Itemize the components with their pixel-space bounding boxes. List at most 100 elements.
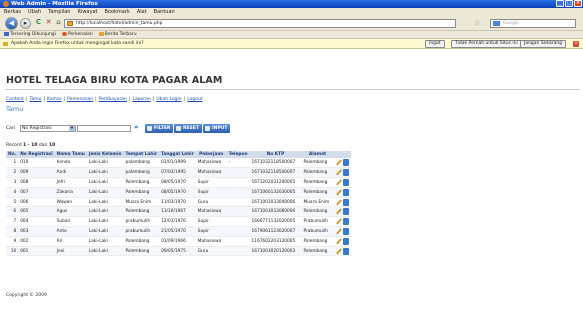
table-cell: Muara Enim xyxy=(301,197,334,208)
column-header: No. xyxy=(6,151,19,158)
delete-icon[interactable] xyxy=(342,208,349,216)
table-cell: Palembang xyxy=(123,236,160,247)
table-cell xyxy=(226,167,250,179)
delete-icon[interactable] xyxy=(342,198,349,206)
nav-link-pemesanan[interactable]: Pemesanan xyxy=(67,97,93,102)
table-cell: 1671060132030005 xyxy=(249,187,302,198)
table-row: 4 007 Zakaria Laki-Laki Palembang 08/05/1970 S… xyxy=(6,187,351,198)
back-button[interactable]: ◀ xyxy=(5,17,18,30)
table-cell: Palembang xyxy=(301,187,334,198)
edit-pencil-icon[interactable] xyxy=(335,198,342,206)
home-icon[interactable]: ⌂ xyxy=(53,18,64,29)
nav-link-tamu[interactable]: Tamu xyxy=(29,97,41,102)
table-cell: palembang xyxy=(123,167,160,179)
close-window-button[interactable]: × xyxy=(574,0,582,7)
record-prefix: Record xyxy=(6,143,22,148)
delete-icon[interactable] xyxy=(342,237,349,245)
edit-pencil-icon[interactable] xyxy=(335,228,342,235)
table-cell: 08/05/1970 xyxy=(159,187,196,198)
page-content: HOTEL TELAGA BIRU KOTA PAGAR ALAM Conten… xyxy=(0,50,583,322)
table-cell: Subari xyxy=(54,216,87,228)
table-cell: 1671032118500007 xyxy=(249,167,302,179)
search-field-select[interactable]: No Registrasi ▼ xyxy=(20,125,76,132)
menu-bookmark[interactable]: Bookmark xyxy=(104,8,129,16)
nav-link-pembayaran[interactable]: Pembayaran xyxy=(99,97,127,102)
nav-link-laporan[interactable]: Laporan xyxy=(132,97,150,102)
table-cell: 4 xyxy=(6,187,19,198)
forward-button[interactable]: ▸ xyxy=(20,18,31,29)
table-cell: Joni xyxy=(54,246,87,257)
minimize-button[interactable]: _ xyxy=(556,0,564,7)
maximize-button[interactable]: □ xyxy=(565,0,573,7)
close-notification-icon[interactable]: × xyxy=(573,41,579,47)
table-cell: hendo xyxy=(54,158,87,169)
menu-berkas[interactable]: Berkas xyxy=(4,8,21,16)
row-actions xyxy=(333,236,351,247)
delete-icon[interactable] xyxy=(342,178,349,186)
table-cell: Mahasiswa xyxy=(195,167,227,179)
edit-pencil-icon[interactable] xyxy=(335,247,342,255)
record-range: 1 - 10 xyxy=(23,143,38,148)
bookmark-star-icon[interactable]: ☆ xyxy=(474,19,480,27)
column-header: Nama Tamu xyxy=(54,151,87,158)
table-cell: Palembang xyxy=(301,246,334,257)
menu-tampilan[interactable]: Tampilan xyxy=(48,8,70,16)
table-cell: Ari xyxy=(54,236,87,247)
edit-pencil-icon[interactable] xyxy=(335,159,342,166)
never-for-site-button[interactable]: Tidak Pernah untuk Situs ini xyxy=(451,40,522,48)
input-button[interactable]: INPUT xyxy=(203,124,231,133)
table-cell: Prabumulih xyxy=(301,226,334,237)
reset-button[interactable]: RESET xyxy=(174,124,202,133)
edit-pencil-icon[interactable] xyxy=(335,189,342,196)
delete-icon[interactable] xyxy=(342,159,349,167)
table-cell: 002 xyxy=(18,236,55,247)
search-input[interactable] xyxy=(77,125,131,132)
table-cell: 005 xyxy=(18,206,55,218)
remember-button[interactable]: Ingat xyxy=(425,40,445,48)
table-cell: 01/09/1966 xyxy=(159,236,196,247)
address-bar[interactable]: http://localhost/hotel/admin_tamu.php xyxy=(64,19,456,28)
menu-alat[interactable]: Alat xyxy=(137,8,147,16)
edit-pencil-icon[interactable] xyxy=(335,169,342,176)
nav-link-content[interactable]: Content xyxy=(6,97,24,102)
bookmark-label: Perkenalan xyxy=(67,32,93,37)
reset-icon xyxy=(176,126,181,131)
edit-pencil-icon[interactable] xyxy=(335,179,342,186)
edit-pencil-icon[interactable] xyxy=(335,208,342,215)
edit-pencil-icon[interactable] xyxy=(335,218,342,225)
table-cell: Agus xyxy=(54,206,87,218)
edit-pencil-icon[interactable] xyxy=(335,238,342,245)
table-cell: 01/01/1999 xyxy=(159,158,196,169)
delete-icon[interactable] xyxy=(342,247,349,255)
delete-icon[interactable] xyxy=(342,218,349,226)
nav-link-logout[interactable]: Logout xyxy=(187,97,202,102)
filter-button[interactable]: FILTER xyxy=(145,124,174,133)
table-cell: 10 xyxy=(6,246,19,257)
bookmark-getting-started[interactable]: Perkenalan xyxy=(61,31,93,38)
nav-link-kamar[interactable]: Kamar xyxy=(47,97,62,102)
table-cell: 07/03/1995 xyxy=(159,167,196,179)
password-notification-bar: Apakah Anda ingin Firefox untuk menginga… xyxy=(0,39,583,49)
not-now-button[interactable]: Jangan Sekarang xyxy=(520,40,567,48)
table-cell: Supir xyxy=(195,187,227,198)
menu-ubah[interactable]: Ubah xyxy=(28,8,41,16)
table-cell: Supir xyxy=(195,226,227,237)
delete-icon[interactable] xyxy=(342,227,349,235)
bookmark-latest-news[interactable]: Berita Terbaru xyxy=(98,31,137,38)
table-cell: Jefri xyxy=(54,177,87,188)
table-cell: Mahasiswa xyxy=(195,206,227,218)
table-cell: Laki-Laki xyxy=(86,216,124,228)
window-titlebar: Web Admin - Mozilla Firefox _ □ × xyxy=(0,0,583,8)
go-arrow-icon[interactable]: » xyxy=(134,123,139,132)
delete-icon[interactable] xyxy=(342,169,349,177)
bookmark-most-visited[interactable]: Tersering Dikunjungi xyxy=(4,31,56,38)
menubar: Berkas Ubah Tampilan Riwayat Bookmark Al… xyxy=(0,8,583,16)
menu-riwayat[interactable]: Riwayat xyxy=(77,8,97,16)
delete-icon[interactable] xyxy=(342,188,349,196)
table-row: 3 008 Jefri Laki-Laki Palembang 08/05/1970 Sup… xyxy=(6,177,351,188)
menu-bantuan[interactable]: Bantuan xyxy=(154,8,175,16)
table-row: 6 005 Agus Laki-Laki Palembang 13/10/1967 Maha… xyxy=(6,206,351,218)
search-box[interactable]: Google xyxy=(490,19,576,28)
nav-link-ubah-login[interactable]: Ubah Login xyxy=(156,97,181,102)
section-title: Tamu xyxy=(6,105,24,113)
